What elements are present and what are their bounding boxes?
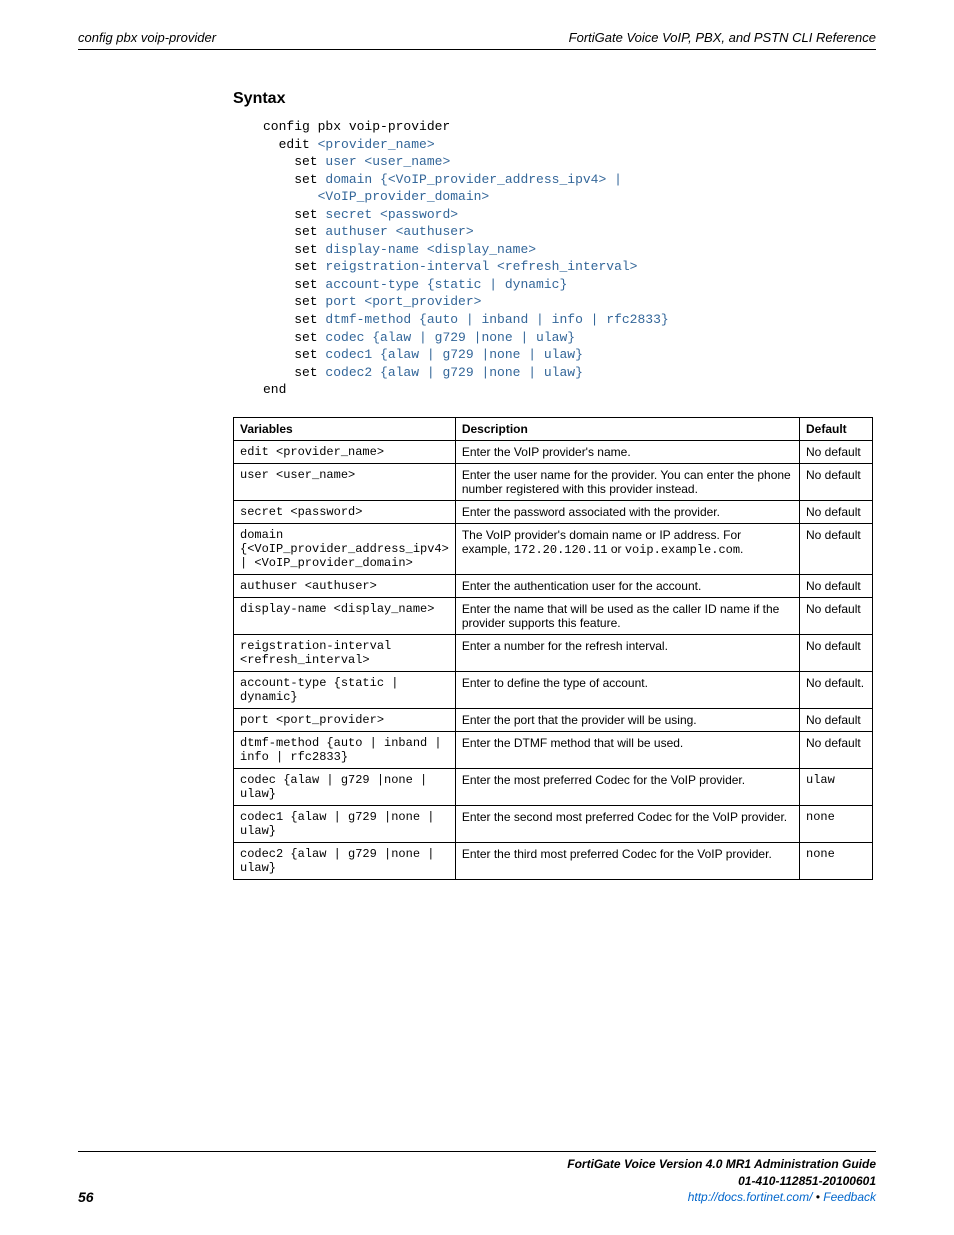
cell-default: No default (800, 634, 873, 671)
col-variables: Variables (234, 417, 456, 440)
cell-description: Enter to define the type of account. (455, 671, 799, 708)
cell-default: No default (800, 731, 873, 768)
header-right: FortiGate Voice VoIP, PBX, and PSTN CLI … (569, 30, 876, 45)
cell-variable: codec {alaw | g729 |none | ulaw} (234, 768, 456, 805)
cell-variable: account-type {static | dynamic} (234, 671, 456, 708)
cell-description: Enter the third most preferred Codec for… (455, 842, 799, 879)
cell-variable: user <user_name> (234, 463, 456, 500)
header-left: config pbx voip-provider (78, 30, 216, 45)
table-header-row: Variables Description Default (234, 417, 873, 440)
table-row: domain {<VoIP_provider_address_ipv4> | <… (234, 523, 873, 574)
col-default: Default (800, 417, 873, 440)
cell-variable: reigstration-interval <refresh_interval> (234, 634, 456, 671)
page-footer: 56 FortiGate Voice Version 4.0 MR1 Admin… (78, 1151, 876, 1205)
cell-variable: dtmf-method {auto | inband | info | rfc2… (234, 731, 456, 768)
cell-default: none (800, 805, 873, 842)
table-row: dtmf-method {auto | inband | info | rfc2… (234, 731, 873, 768)
footer-doc-id: 01-410-112851-20100601 (567, 1173, 876, 1189)
cell-default: No default (800, 574, 873, 597)
cell-variable: domain {<VoIP_provider_address_ipv4> | <… (234, 523, 456, 574)
cell-description: Enter a number for the refresh interval. (455, 634, 799, 671)
content-area: Syntax config pbx voip-provider edit <pr… (233, 90, 876, 880)
cell-description: Enter the most preferred Codec for the V… (455, 768, 799, 805)
page-number: 56 (78, 1189, 94, 1205)
syntax-code-block: config pbx voip-provider edit <provider_… (263, 118, 876, 399)
cell-variable: codec1 {alaw | g729 |none | ulaw} (234, 805, 456, 842)
footer-bullet: • (812, 1190, 823, 1204)
cell-variable: edit <provider_name> (234, 440, 456, 463)
table-row: account-type {static | dynamic}Enter to … (234, 671, 873, 708)
table-row: codec1 {alaw | g729 |none | ulaw}Enter t… (234, 805, 873, 842)
table-row: edit <provider_name>Enter the VoIP provi… (234, 440, 873, 463)
table-row: authuser <authuser>Enter the authenticat… (234, 574, 873, 597)
footer-right: FortiGate Voice Version 4.0 MR1 Administ… (567, 1156, 876, 1205)
cell-variable: port <port_provider> (234, 708, 456, 731)
table-row: reigstration-interval <refresh_interval>… (234, 634, 873, 671)
cell-default: none (800, 842, 873, 879)
table-row: secret <password>Enter the password asso… (234, 500, 873, 523)
footer-links: http://docs.fortinet.com/ • Feedback (567, 1189, 876, 1205)
col-description: Description (455, 417, 799, 440)
footer-feedback-link[interactable]: Feedback (823, 1190, 876, 1204)
cell-default: No default (800, 463, 873, 500)
cell-description: Enter the user name for the provider. Yo… (455, 463, 799, 500)
table-row: codec2 {alaw | g729 |none | ulaw}Enter t… (234, 842, 873, 879)
cell-variable: authuser <authuser> (234, 574, 456, 597)
variables-table: Variables Description Default edit <prov… (233, 417, 873, 880)
cell-description: The VoIP provider's domain name or IP ad… (455, 523, 799, 574)
cell-description: Enter the name that will be used as the … (455, 597, 799, 634)
table-row: codec {alaw | g729 |none | ulaw}Enter th… (234, 768, 873, 805)
cell-default: No default (800, 500, 873, 523)
cell-default: No default. (800, 671, 873, 708)
footer-guide-title: FortiGate Voice Version 4.0 MR1 Administ… (567, 1156, 876, 1172)
cell-description: Enter the DTMF method that will be used. (455, 731, 799, 768)
cell-variable: display-name <display_name> (234, 597, 456, 634)
cell-default: No default (800, 708, 873, 731)
cell-description: Enter the second most preferred Codec fo… (455, 805, 799, 842)
cell-variable: secret <password> (234, 500, 456, 523)
cell-description: Enter the VoIP provider's name. (455, 440, 799, 463)
cell-default: ulaw (800, 768, 873, 805)
cell-variable: codec2 {alaw | g729 |none | ulaw} (234, 842, 456, 879)
cell-description: Enter the port that the provider will be… (455, 708, 799, 731)
footer-docs-link[interactable]: http://docs.fortinet.com/ (688, 1190, 813, 1204)
table-row: display-name <display_name>Enter the nam… (234, 597, 873, 634)
cell-description: Enter the password associated with the p… (455, 500, 799, 523)
cell-default: No default (800, 597, 873, 634)
page-header: config pbx voip-provider FortiGate Voice… (78, 30, 876, 50)
cell-default: No default (800, 523, 873, 574)
table-row: user <user_name>Enter the user name for … (234, 463, 873, 500)
cell-description: Enter the authentication user for the ac… (455, 574, 799, 597)
cell-default: No default (800, 440, 873, 463)
table-row: port <port_provider>Enter the port that … (234, 708, 873, 731)
syntax-heading: Syntax (233, 90, 876, 108)
